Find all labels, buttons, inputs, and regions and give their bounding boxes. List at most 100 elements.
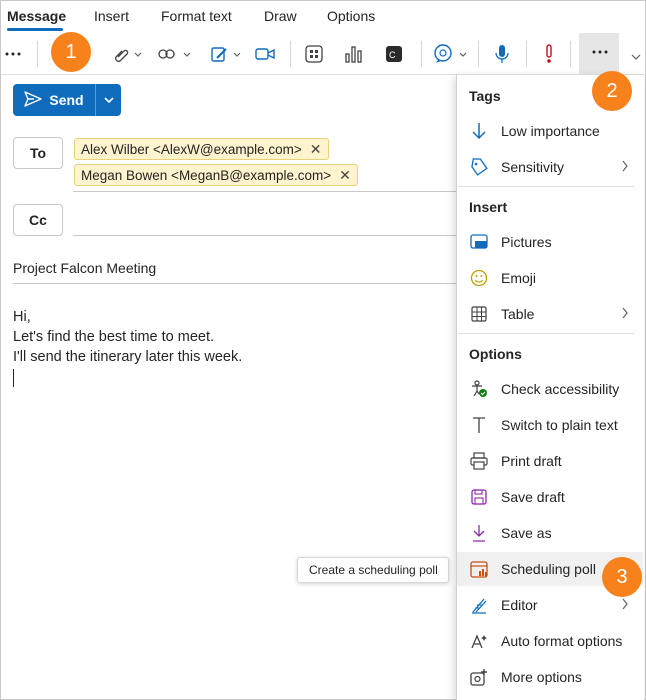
toolbar-separator (290, 41, 291, 67)
menu-item-save-as[interactable]: Save as (457, 516, 643, 550)
body-line[interactable]: Let's find the best time to meet. (13, 329, 214, 345)
chat-bubble-icon (433, 44, 469, 64)
picture-icon (457, 234, 501, 250)
loop-component-button[interactable]: C (381, 41, 407, 67)
meeting-button[interactable] (253, 41, 277, 67)
more-dots-icon (591, 42, 609, 60)
loop-app-icon: C (385, 45, 403, 63)
menu-item-label: Pictures (501, 234, 552, 250)
menu-item-emoji[interactable]: Emoji (457, 261, 643, 295)
toolbar-separator (570, 41, 571, 67)
menu-item-switch-plain-text[interactable]: Switch to plain text (457, 408, 643, 442)
chevron-right-icon (621, 597, 629, 616)
recipient-chip[interactable]: Megan Bowen <MeganB@example.com> ✕ (74, 164, 358, 186)
dictate-button[interactable] (489, 41, 515, 67)
table-icon (457, 306, 501, 322)
ribbon-expand-chevron-icon[interactable] (629, 51, 643, 63)
menu-item-label: Auto format options (501, 633, 623, 649)
recipient-chip[interactable]: Alex Wilber <AlexW@example.com> ✕ (74, 138, 329, 160)
menu-item-low-importance[interactable]: Low importance (457, 114, 643, 148)
menu-item-label: Switch to plain text (501, 417, 618, 433)
more-options-menu: Tags Low importance Sensitivity Insert P… (456, 75, 644, 700)
body-line[interactable]: Hi, (13, 309, 31, 325)
tab-draw[interactable]: Draw (264, 8, 297, 24)
tab-message[interactable]: Message (7, 8, 66, 24)
signature-pen-icon (209, 45, 243, 63)
chevron-down-icon (103, 91, 115, 109)
body-line[interactable]: I'll send the itinerary later this week. (13, 349, 242, 365)
menu-item-label: Sensitivity (501, 159, 565, 175)
tab-format-text[interactable]: Format text (161, 8, 232, 24)
recipient-name: Alex Wilber <AlexW@example.com> (81, 141, 302, 157)
menu-item-label: Save as (501, 525, 552, 541)
apps-button[interactable] (301, 41, 327, 67)
menu-item-table[interactable]: Table (457, 297, 643, 331)
menu-item-pictures[interactable]: Pictures (457, 225, 643, 259)
editor-pen-icon (457, 596, 501, 614)
apps-grid-icon (305, 45, 323, 63)
ribbon-tabs: Message Insert Format text Draw Options (1, 1, 646, 33)
to-field-underline[interactable] (73, 191, 456, 192)
menu-item-print-draft[interactable]: Print draft (457, 444, 643, 478)
text-icon (457, 416, 501, 434)
cc-button[interactable]: Cc (13, 204, 63, 236)
tag-icon (457, 158, 501, 176)
callout-2: 2 (592, 71, 632, 111)
text-caret (13, 369, 14, 387)
remove-recipient-icon[interactable]: ✕ (310, 141, 322, 158)
ribbon-toolbar: C (1, 33, 646, 75)
send-options-dropdown[interactable] (96, 84, 121, 116)
high-importance-button[interactable] (536, 41, 562, 67)
to-button[interactable]: To (13, 137, 63, 169)
menu-item-more-options[interactable]: More options (457, 660, 643, 694)
menu-section-options: Options (469, 346, 522, 362)
calendar-poll-icon (457, 560, 501, 578)
chevron-right-icon (621, 159, 629, 178)
subject-field[interactable]: Project Falcon Meeting (13, 260, 156, 276)
send-split-button: Send (13, 84, 121, 116)
menu-item-label: More options (501, 669, 582, 685)
send-arrow-icon (24, 90, 43, 110)
toolbar-separator (37, 41, 38, 67)
menu-section-tags: Tags (469, 88, 501, 104)
menu-item-label: Editor (501, 597, 538, 613)
menu-section-insert: Insert (469, 199, 508, 215)
link-icon (157, 45, 191, 63)
toolbar-separator (526, 41, 527, 67)
menu-item-label: Print draft (501, 453, 562, 469)
overflow-left-icon[interactable] (3, 41, 23, 67)
toolbar-separator (478, 41, 479, 67)
copilot-button[interactable] (431, 41, 471, 67)
menu-item-label: Emoji (501, 270, 537, 286)
menu-divider (459, 333, 635, 334)
tooltip: Create a scheduling poll (297, 557, 449, 583)
send-label: Send (49, 92, 84, 108)
menu-item-check-accessibility[interactable]: Check accessibility (457, 372, 643, 406)
insights-button[interactable] (341, 41, 367, 67)
arrow-down-icon (457, 122, 501, 140)
send-button[interactable]: Send (13, 84, 95, 116)
menu-item-auto-format[interactable]: Auto format options (457, 624, 643, 658)
tab-options[interactable]: Options (327, 8, 375, 24)
recipient-name: Megan Bowen <MeganB@example.com> (81, 167, 332, 183)
menu-item-label: Save draft (501, 489, 565, 505)
link-button[interactable] (153, 41, 195, 67)
menu-item-sensitivity[interactable]: Sensitivity (457, 150, 643, 184)
callout-1: 1 (51, 32, 91, 72)
tab-insert[interactable]: Insert (94, 8, 129, 24)
menu-item-label: Low importance (501, 123, 600, 139)
download-icon (457, 524, 501, 542)
active-tab-indicator (7, 28, 63, 31)
attach-file-button[interactable] (107, 41, 147, 67)
menu-item-save-draft[interactable]: Save draft (457, 480, 643, 514)
microphone-icon (494, 44, 510, 64)
auto-format-icon (457, 632, 501, 650)
accessibility-icon (457, 380, 501, 398)
paperclip-icon (112, 45, 142, 63)
svg-text:C: C (389, 50, 396, 60)
toolbar-separator (421, 41, 422, 67)
cc-field-input[interactable] (73, 235, 456, 236)
remove-recipient-icon[interactable]: ✕ (339, 167, 351, 184)
signature-button[interactable] (206, 41, 246, 67)
menu-item-label: Scheduling poll (501, 561, 596, 577)
